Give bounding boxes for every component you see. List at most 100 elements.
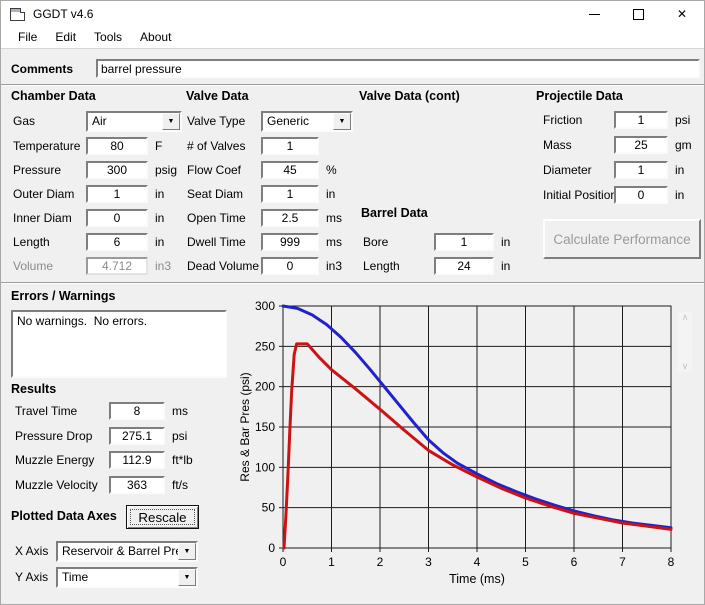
svg-text:300: 300 (255, 299, 275, 313)
diameter-label: Diameter (543, 163, 614, 177)
errors-textarea[interactable]: No warnings. No errors. (11, 310, 227, 378)
menu-file[interactable]: File (9, 28, 46, 47)
errors-header: Errors / Warnings (11, 289, 115, 303)
valve-type-value: Generic (263, 113, 333, 130)
pressure-drop-row: Pressure Drop 275.1 psi (15, 426, 187, 446)
outer-diam-unit: in (155, 187, 164, 201)
pressure-drop-label: Pressure Drop (15, 429, 109, 443)
svg-text:0: 0 (268, 541, 275, 555)
temperature-unit: F (155, 139, 162, 153)
svg-text:200: 200 (255, 380, 275, 394)
mass-unit: gm (675, 138, 692, 152)
pressure-drop-field[interactable]: 275.1 (109, 427, 165, 445)
diameter-unit: in (675, 163, 684, 177)
friction-field[interactable]: 1 (614, 111, 668, 129)
y-axis-label: Y Axis (15, 570, 56, 584)
separator-middle (1, 282, 704, 284)
comments-label: Comments (11, 62, 73, 76)
open-time-row: Open Time 2.5 ms (187, 208, 342, 228)
close-button[interactable]: ✕ (660, 1, 704, 27)
app-window: GGDT v4.6 ✕ File Edit Tools About Commen… (0, 0, 705, 605)
open-time-field[interactable]: 2.5 (261, 209, 319, 227)
initial-position-row: Initial Position 0 in (543, 185, 684, 205)
diameter-row: Diameter 1 in (543, 160, 684, 180)
rescale-button[interactable]: Rescale (126, 505, 199, 529)
svg-text:6: 6 (571, 555, 578, 569)
valve-type-label: Valve Type (187, 114, 261, 128)
menu-tools[interactable]: Tools (85, 28, 131, 47)
outer-diam-label: Outer Diam (13, 187, 86, 201)
window-title: GGDT v4.6 (33, 7, 93, 21)
pressure-field[interactable]: 300 (86, 161, 148, 179)
dead-volume-label: Dead Volume (187, 259, 261, 273)
projectile-header: Projectile Data (536, 89, 623, 103)
temperature-row: Temperature 80 F (13, 136, 162, 156)
mass-field[interactable]: 25 (614, 136, 668, 154)
muzzle-energy-unit: ft*lb (172, 453, 193, 467)
muzzle-energy-field[interactable]: 112.9 (109, 451, 165, 469)
temperature-field[interactable]: 80 (86, 137, 148, 155)
diameter-field[interactable]: 1 (614, 161, 668, 179)
x-axis-row: X Axis Reservoir & Barrel Pressur ▼ (15, 541, 198, 561)
chamber-header: Chamber Data (11, 89, 96, 103)
menu-bar: File Edit Tools About (1, 27, 704, 49)
chamber-length-field[interactable]: 6 (86, 233, 148, 251)
flow-coef-field[interactable]: 45 (261, 161, 319, 179)
svg-text:7: 7 (619, 555, 626, 569)
y-axis-select[interactable]: Time ▼ (56, 567, 198, 588)
valve-type-select[interactable]: Generic ▼ (261, 111, 353, 132)
comments-input[interactable] (96, 59, 700, 78)
pressure-drop-unit: psi (172, 429, 187, 443)
minimize-button[interactable] (572, 1, 616, 27)
menu-about[interactable]: About (131, 28, 180, 47)
muzzle-velocity-label: Muzzle Velocity (15, 478, 109, 492)
y-axis-dropdown-arrow-icon[interactable]: ▼ (178, 569, 196, 586)
outer-diam-row: Outer Diam 1 in (13, 184, 164, 204)
outer-diam-field[interactable]: 1 (86, 185, 148, 203)
inner-diam-field[interactable]: 0 (86, 209, 148, 227)
muzzle-velocity-row: Muzzle Velocity 363 ft/s (15, 475, 188, 495)
minimize-icon (589, 14, 600, 15)
initial-position-unit: in (675, 188, 684, 202)
num-valves-label: # of Valves (187, 139, 261, 153)
results-header: Results (11, 382, 56, 396)
flow-coef-label: Flow Coef (187, 163, 261, 177)
volume-label: Volume (13, 259, 86, 273)
initial-position-label: Initial Position (543, 188, 614, 202)
dead-volume-field[interactable]: 0 (261, 257, 319, 275)
num-valves-field[interactable]: 1 (261, 137, 319, 155)
bore-field[interactable]: 1 (434, 233, 494, 251)
travel-time-field[interactable]: 8 (109, 402, 165, 420)
calculate-performance-button[interactable]: Calculate Performance (543, 219, 701, 259)
barrel-length-label: Length (363, 259, 434, 273)
x-axis-label: X Axis (15, 544, 56, 558)
svg-text:1: 1 (328, 555, 335, 569)
x-axis-dropdown-arrow-icon[interactable]: ▼ (178, 543, 196, 560)
bore-row: Bore 1 in (363, 232, 510, 252)
gas-select[interactable]: Air ▼ (86, 111, 182, 132)
volume-unit: in3 (155, 259, 171, 273)
title-bar[interactable]: GGDT v4.6 ✕ (1, 1, 704, 27)
barrel-length-field[interactable]: 24 (434, 257, 494, 275)
x-axis-value: Reservoir & Barrel Pressur (58, 543, 178, 560)
pressure-chart: 012345678050100150200250300 Time (ms) Re… (236, 291, 705, 605)
friction-label: Friction (543, 113, 614, 127)
temperature-label: Temperature (13, 139, 86, 153)
mass-row: Mass 25 gm (543, 135, 692, 155)
muzzle-velocity-field[interactable]: 363 (109, 476, 165, 494)
menu-edit[interactable]: Edit (46, 28, 85, 47)
seat-diam-unit: in (326, 187, 335, 201)
initial-position-field[interactable]: 0 (614, 186, 668, 204)
muzzle-energy-label: Muzzle Energy (15, 453, 109, 467)
maximize-button[interactable] (616, 1, 660, 27)
svg-text:8: 8 (668, 555, 675, 569)
volume-row: Volume 4.712 in3 (13, 256, 171, 276)
friction-row: Friction 1 psi (543, 110, 690, 130)
dead-volume-unit: in3 (326, 259, 342, 273)
seat-diam-field[interactable]: 1 (261, 185, 319, 203)
gas-dropdown-arrow-icon[interactable]: ▼ (162, 113, 180, 130)
valve-type-dropdown-arrow-icon[interactable]: ▼ (333, 113, 351, 130)
dwell-time-field[interactable]: 999 (261, 233, 319, 251)
dwell-time-row: Dwell Time 999 ms (187, 232, 342, 252)
x-axis-select[interactable]: Reservoir & Barrel Pressur ▼ (56, 541, 198, 562)
